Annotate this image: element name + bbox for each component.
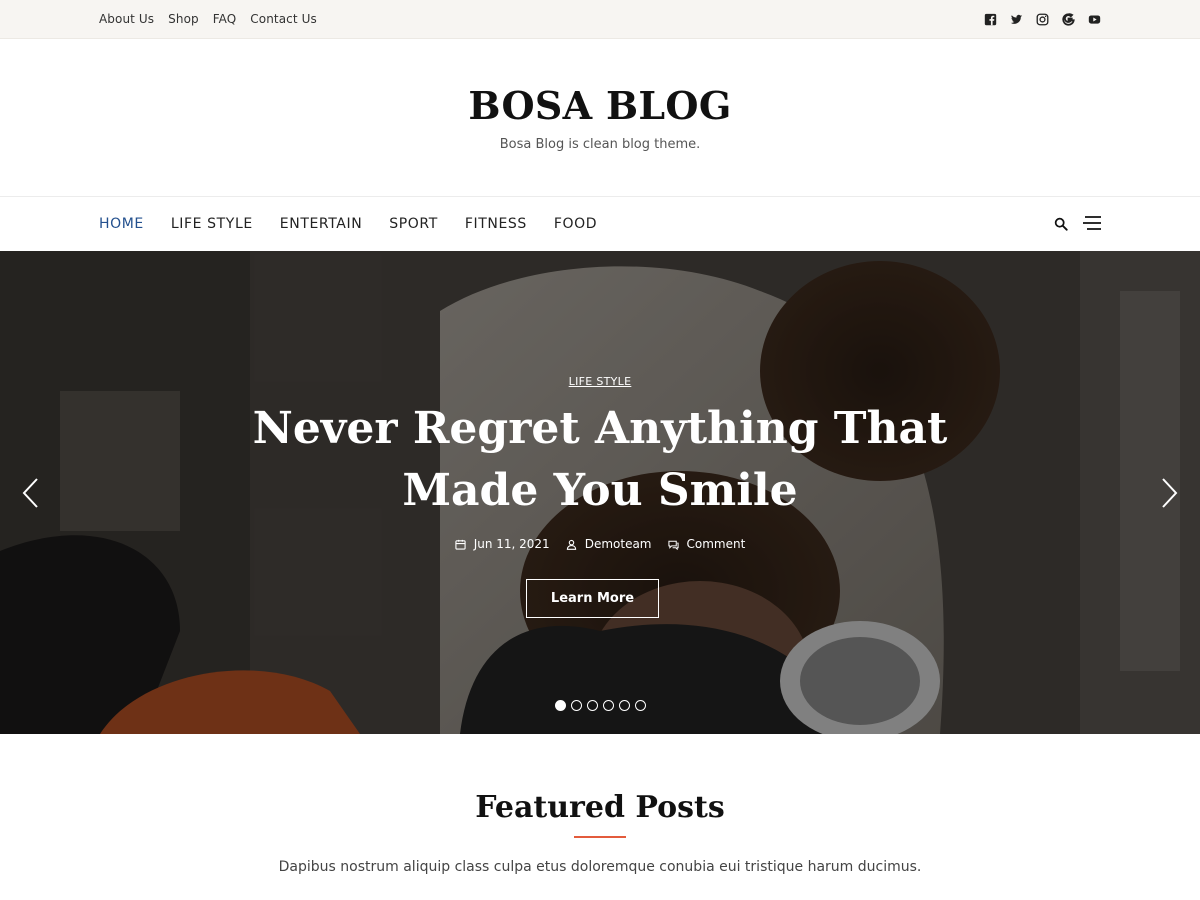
slider-pagination	[0, 700, 1200, 711]
learn-more-button[interactable]: Learn More	[526, 579, 659, 618]
hero-category-link[interactable]: LIFE STYLE	[569, 375, 632, 388]
site-tagline: Bosa Blog is clean blog theme.	[499, 137, 701, 152]
nav-item-food[interactable]: FOOD	[554, 216, 597, 232]
post-comment-text: Comment	[686, 537, 746, 551]
hero-title[interactable]: Never Regret Anything That Made You Smil…	[250, 398, 950, 522]
slider-prev-arrow-icon[interactable]	[20, 477, 42, 509]
hero-slider: LIFE STYLE Never Regret Anything That Ma…	[0, 251, 1200, 734]
post-comment[interactable]: Comment	[667, 537, 746, 551]
top-link-faq[interactable]: FAQ	[213, 12, 237, 26]
nav-item-fitness[interactable]: FITNESS	[465, 216, 527, 232]
search-icon[interactable]	[1054, 216, 1068, 235]
nav-icons	[1054, 215, 1102, 235]
nav-item-entertain[interactable]: ENTERTAIN	[280, 216, 362, 232]
hero-meta: Jun 11, 2021 Demoteam Comment	[0, 537, 1200, 551]
social-links	[983, 12, 1101, 26]
slider-dot-4[interactable]	[602, 700, 614, 711]
post-date-text: Jun 11, 2021	[473, 537, 550, 551]
featured-posts-description: Dapibus nostrum aliquip class culpa etus…	[278, 859, 922, 875]
slider-dot-5[interactable]	[618, 700, 630, 711]
top-link-contact-us[interactable]: Contact Us	[250, 12, 317, 26]
nav-item-life-style[interactable]: LIFE STYLE	[171, 216, 253, 232]
post-date[interactable]: Jun 11, 2021	[455, 537, 550, 551]
featured-posts-title: Featured Posts	[475, 790, 725, 825]
hamburger-menu-icon[interactable]	[1082, 215, 1102, 235]
post-author[interactable]: Demoteam	[566, 537, 652, 551]
site-branding: BOSA BLOG Bosa Blog is clean blog theme.	[0, 39, 1200, 197]
hero-category: LIFE STYLE	[0, 370, 1200, 389]
post-author-text: Demoteam	[584, 537, 652, 551]
slider-dot-2[interactable]	[570, 700, 582, 711]
calendar-icon	[455, 539, 466, 550]
slider-next-arrow-icon[interactable]	[1158, 477, 1180, 509]
slider-dot-6[interactable]	[634, 700, 646, 711]
slider-dot-1[interactable]	[554, 700, 566, 711]
top-link-shop[interactable]: Shop	[168, 12, 199, 26]
facebook-icon[interactable]	[983, 12, 997, 26]
top-link-about-us[interactable]: About Us	[99, 12, 154, 26]
user-icon	[566, 539, 576, 550]
youtube-icon[interactable]	[1087, 12, 1101, 26]
site-title[interactable]: BOSA BLOG	[0, 83, 1200, 128]
nav-item-sport[interactable]: SPORT	[389, 216, 438, 232]
google-icon[interactable]	[1061, 12, 1075, 26]
featured-title-underline	[574, 836, 626, 838]
nav-item-home[interactable]: HOME	[99, 216, 144, 232]
main-navigation: HOME LIFE STYLE ENTERTAIN SPORT FITNESS …	[0, 197, 1200, 251]
comment-icon	[667, 540, 679, 550]
twitter-icon[interactable]	[1009, 12, 1023, 26]
top-bar: About Us Shop FAQ Contact Us	[0, 0, 1200, 39]
slider-dot-3[interactable]	[586, 700, 598, 711]
top-links: About Us Shop FAQ Contact Us	[99, 12, 317, 26]
instagram-icon[interactable]	[1035, 12, 1049, 26]
primary-menu: HOME LIFE STYLE ENTERTAIN SPORT FITNESS …	[99, 216, 597, 232]
